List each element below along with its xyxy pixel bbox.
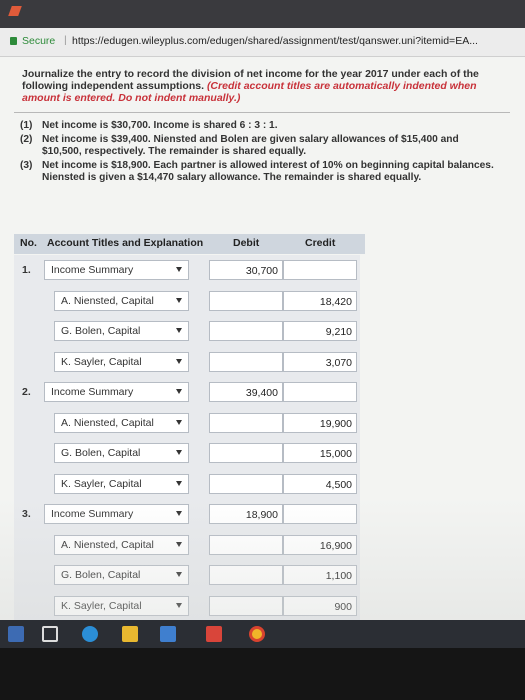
account-select[interactable]: K. Sayler, Capital <box>54 474 189 494</box>
header-account: Account Titles and Explanation <box>47 237 204 249</box>
assumption-text: Net income is $18,900. Each partner is a… <box>42 160 494 183</box>
assumption-item: (3) Net income is $18,900. Each partner … <box>20 160 500 184</box>
credit-input[interactable]: 4,500 <box>283 474 357 494</box>
office-icon[interactable] <box>206 626 222 642</box>
secure-label: Secure <box>22 35 56 47</box>
debit-input[interactable] <box>209 413 283 433</box>
header-credit: Credit <box>305 237 336 249</box>
assumption-item: (2) Net income is $39,400. Niensted and … <box>20 134 500 158</box>
url-text[interactable]: https://edugen.wileyplus.com/edugen/shar… <box>72 35 478 47</box>
account-select[interactable]: A. Niensted, Capital <box>54 535 189 555</box>
entry-number: 2. <box>22 386 31 398</box>
app-logo-icon <box>8 6 22 16</box>
credit-input[interactable]: 18,420 <box>283 291 357 311</box>
debit-input[interactable] <box>209 321 283 341</box>
header-no: No. <box>20 237 37 249</box>
credit-input[interactable] <box>283 382 357 402</box>
dropdown-arrow-icon <box>176 298 182 303</box>
header-debit: Debit <box>233 237 260 249</box>
assumption-number: (3) <box>20 160 33 171</box>
debit-input[interactable] <box>209 596 283 616</box>
account-title: Income Summary <box>51 508 134 520</box>
credit-input[interactable]: 15,000 <box>283 443 357 463</box>
debit-input[interactable] <box>209 535 283 555</box>
instructions: Journalize the entry to record the divis… <box>22 68 502 104</box>
edge-icon[interactable] <box>82 626 98 642</box>
dropdown-arrow-icon <box>176 450 182 455</box>
account-select[interactable]: K. Sayler, Capital <box>54 596 189 616</box>
account-title: G. Bolen, Capital <box>61 447 141 459</box>
account-title: A. Niensted, Capital <box>61 539 154 551</box>
taskbar <box>0 620 525 648</box>
account-select[interactable]: G. Bolen, Capital <box>54 443 189 463</box>
account-title: A. Niensted, Capital <box>61 295 154 307</box>
assumption-number: (1) <box>20 120 33 131</box>
dropdown-arrow-icon <box>176 603 182 608</box>
account-title: K. Sayler, Capital <box>61 600 142 612</box>
account-select[interactable]: Income Summary <box>44 382 189 402</box>
entry-number: 1. <box>22 264 31 276</box>
assumption-text: Net income is $39,400. Niensted and Bole… <box>42 134 459 157</box>
account-title: G. Bolen, Capital <box>61 325 141 337</box>
dropdown-arrow-icon <box>176 572 182 577</box>
account-select[interactable]: G. Bolen, Capital <box>54 321 189 341</box>
debit-input[interactable] <box>209 474 283 494</box>
dropdown-arrow-icon <box>176 267 182 272</box>
debit-input[interactable] <box>209 443 283 463</box>
account-select[interactable]: A. Niensted, Capital <box>54 291 189 311</box>
dropdown-arrow-icon <box>176 328 182 333</box>
dropdown-arrow-icon <box>176 389 182 394</box>
lock-icon <box>10 37 17 45</box>
credit-input[interactable]: 16,900 <box>283 535 357 555</box>
windows-icon[interactable] <box>8 626 24 642</box>
address-bar[interactable]: Secure | https://edugen.wileyplus.com/ed… <box>0 28 525 57</box>
account-title: G. Bolen, Capital <box>61 569 141 581</box>
address-separator: | <box>64 34 67 46</box>
account-title: K. Sayler, Capital <box>61 478 142 490</box>
credit-input[interactable]: 1,100 <box>283 565 357 585</box>
credit-input[interactable]: 19,900 <box>283 413 357 433</box>
dropdown-arrow-icon <box>176 420 182 425</box>
debit-input[interactable] <box>209 352 283 372</box>
debit-input[interactable] <box>209 565 283 585</box>
credit-input[interactable]: 9,210 <box>283 321 357 341</box>
account-select[interactable]: G. Bolen, Capital <box>54 565 189 585</box>
account-select[interactable]: A. Niensted, Capital <box>54 413 189 433</box>
assumption-item: (1) Net income is $30,700. Income is sha… <box>20 120 500 132</box>
account-title: Income Summary <box>51 386 134 398</box>
chrome-icon[interactable] <box>249 626 265 642</box>
store-icon[interactable] <box>160 626 176 642</box>
debit-input[interactable]: 39,400 <box>209 382 283 402</box>
credit-input[interactable]: 3,070 <box>283 352 357 372</box>
account-title: A. Niensted, Capital <box>61 417 154 429</box>
debit-input[interactable]: 30,700 <box>209 260 283 280</box>
account-select[interactable]: K. Sayler, Capital <box>54 352 189 372</box>
monitor-bezel <box>0 648 525 700</box>
account-select[interactable]: Income Summary <box>44 260 189 280</box>
browser-tab-strip <box>0 0 525 28</box>
dropdown-arrow-icon <box>176 511 182 516</box>
assumptions-list: (1) Net income is $30,700. Income is sha… <box>20 120 500 186</box>
account-title: K. Sayler, Capital <box>61 356 142 368</box>
debit-input[interactable]: 18,900 <box>209 504 283 524</box>
debit-input[interactable] <box>209 291 283 311</box>
credit-input[interactable]: 900 <box>283 596 357 616</box>
task-view-icon[interactable] <box>42 626 58 642</box>
account-title: Income Summary <box>51 264 134 276</box>
assumption-number: (2) <box>20 134 33 145</box>
entry-number: 3. <box>22 508 31 520</box>
file-explorer-icon[interactable] <box>122 626 138 642</box>
assumption-text: Net income is $30,700. Income is shared … <box>42 120 278 131</box>
account-select[interactable]: Income Summary <box>44 504 189 524</box>
dropdown-arrow-icon <box>176 481 182 486</box>
divider <box>14 112 510 113</box>
credit-input[interactable] <box>283 260 357 280</box>
dropdown-arrow-icon <box>176 542 182 547</box>
browser-window: Secure | https://edugen.wileyplus.com/ed… <box>0 28 525 620</box>
dropdown-arrow-icon <box>176 359 182 364</box>
credit-input[interactable] <box>283 504 357 524</box>
